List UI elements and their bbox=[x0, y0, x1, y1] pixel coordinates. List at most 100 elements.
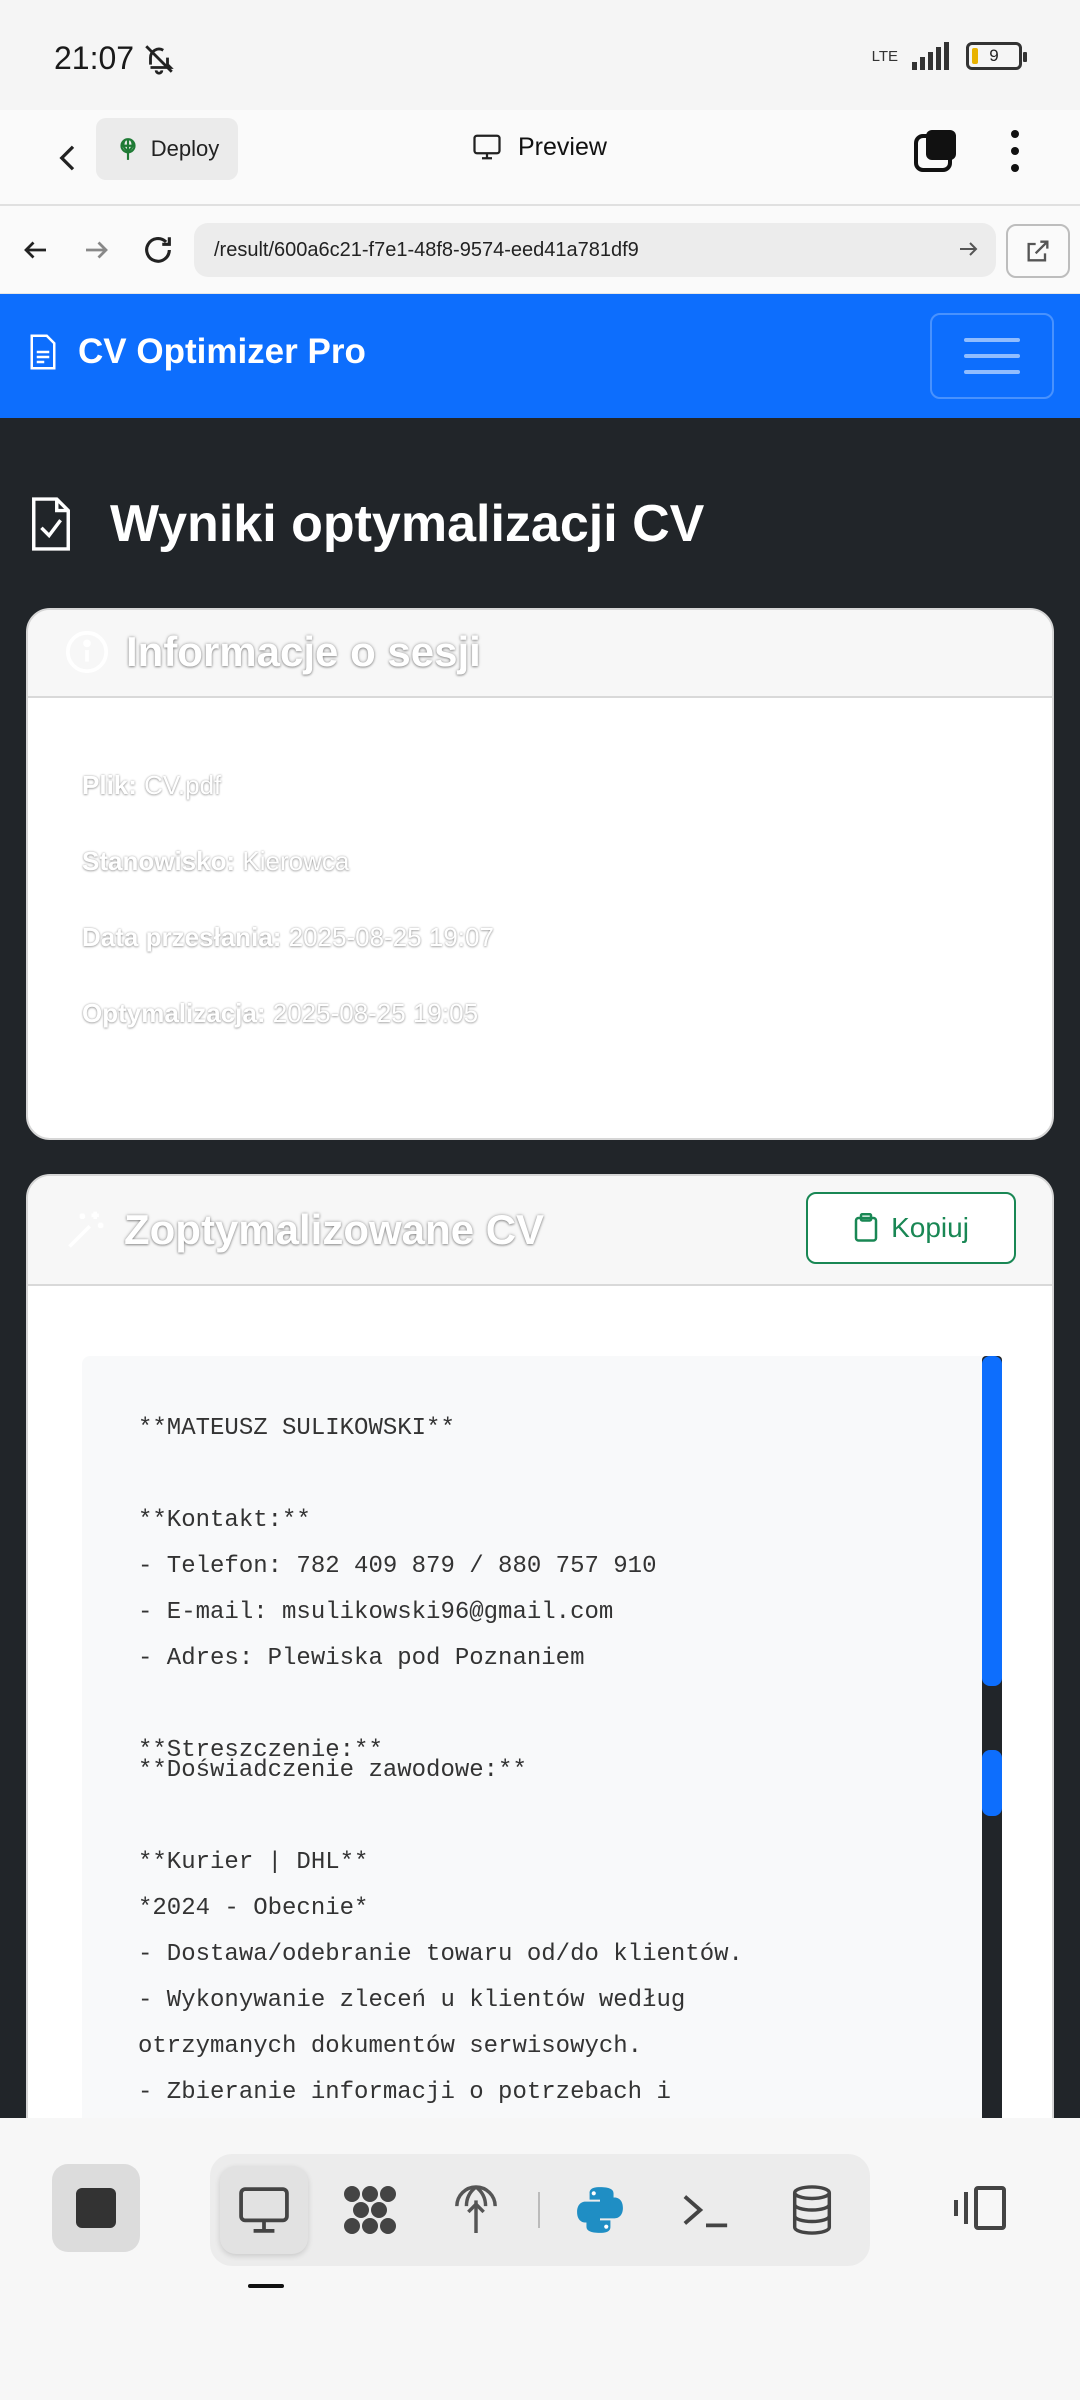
scrollbar-thumb[interactable] bbox=[982, 1750, 1002, 1816]
info-value: 2025-08-25 19:05 bbox=[272, 998, 479, 1028]
reload-button[interactable] bbox=[138, 230, 178, 270]
site-brand[interactable]: CV Optimizer Pro bbox=[28, 332, 366, 372]
cv-line: - Wykonywanie zleceń u klientów według bbox=[138, 1987, 686, 2014]
info-optimization-date: Optymalizacja: 2025-08-25 19:05 bbox=[82, 998, 478, 1029]
preview-label: Preview bbox=[518, 132, 607, 161]
chevron-left-icon bbox=[59, 145, 75, 171]
cv-line bbox=[138, 1682, 656, 1728]
web-page: CV Optimizer Pro Wyniki optymalizacji CV… bbox=[0, 294, 1080, 2118]
clock: 21:07 bbox=[54, 40, 135, 76]
tabs-icon[interactable] bbox=[914, 128, 958, 172]
card-header: Informacje o sesji bbox=[28, 610, 1052, 698]
deploy-icon bbox=[455, 2185, 497, 2233]
url-text: /result/600a6c21-f7e1-48f8-9574-eed41a78… bbox=[214, 238, 639, 261]
info-value: Kierowca bbox=[242, 846, 350, 876]
terminal-tool-button[interactable] bbox=[662, 2166, 750, 2254]
cv-line: **MATEUSZ SULIKOWSKI** bbox=[138, 1415, 455, 1442]
open-external-button[interactable] bbox=[1006, 224, 1070, 278]
cv-line: - Adres: Plewiska pod Poznaniem bbox=[138, 1645, 585, 1672]
card-title: Zoptymalizowane CV bbox=[64, 1206, 544, 1254]
cv-text-area[interactable]: **MATEUSZ SULIKOWSKI** **Kontakt:** - Tel… bbox=[82, 1356, 1002, 2118]
info-value: CV.pdf bbox=[144, 770, 222, 800]
browser-back-button[interactable] bbox=[16, 230, 56, 270]
status-indicators: LTE 9 bbox=[871, 42, 1027, 70]
info-upload-date: Data przesłania: 2025-08-25 19:07 bbox=[82, 922, 494, 953]
battery-level: 9 bbox=[989, 46, 999, 65]
arrow-left-icon bbox=[24, 241, 46, 259]
site-navbar: CV Optimizer Pro bbox=[0, 294, 1080, 418]
database-icon bbox=[792, 2185, 832, 2235]
cv-line: - E-mail: msulikowski96@gmail.com bbox=[138, 1599, 614, 1626]
optimized-cv-card: Zoptymalizowane CV Kopiuj **MATEUSZ SULI… bbox=[26, 1174, 1054, 2118]
navbar-toggler[interactable] bbox=[930, 313, 1054, 399]
packages-tool-button[interactable] bbox=[326, 2166, 414, 2254]
external-link-icon bbox=[1027, 240, 1049, 262]
info-icon bbox=[65, 630, 109, 674]
info-label: Optymalizacja: bbox=[82, 998, 266, 1028]
monitor-icon bbox=[239, 2187, 289, 2233]
info-value: 2025-08-25 19:07 bbox=[288, 922, 494, 952]
info-label: Data przesłania: bbox=[82, 922, 282, 952]
scrollbar-thumb[interactable] bbox=[982, 1356, 1002, 1686]
cv-text-bottom: **Doświadczenie zawodowe:** **Kurier | D… bbox=[138, 1748, 743, 2116]
cv-line: **Kurier | DHL** bbox=[138, 1849, 369, 1876]
app-bar: Deploy Preview bbox=[0, 110, 1080, 206]
card-title: Informacje o sesji bbox=[64, 628, 481, 676]
terminal-icon bbox=[683, 2195, 728, 2228]
document-icon bbox=[30, 334, 56, 370]
clipboard-icon bbox=[854, 1213, 878, 1242]
monitor-icon bbox=[473, 134, 501, 160]
python-tool-button[interactable] bbox=[556, 2166, 644, 2254]
session-info-card: Informacje o sesji Plik: CV.pdf Stanowis… bbox=[26, 608, 1054, 1140]
copy-button[interactable]: Kopiuj bbox=[806, 1192, 1016, 1264]
cv-text-top: **MATEUSZ SULIKOWSKI** **Kontakt:** - Tel… bbox=[138, 1406, 656, 1794]
card-title-text: Informacje o sesji bbox=[126, 628, 481, 675]
scrollbar[interactable] bbox=[982, 1356, 1002, 2118]
card-title-text: Zoptymalizowane CV bbox=[124, 1206, 545, 1253]
cv-line: - Telefon: 782 409 879 / 880 757 910 bbox=[138, 1553, 657, 1580]
hamburger-icon bbox=[964, 338, 1020, 374]
deploy-button[interactable]: Deploy bbox=[96, 118, 238, 180]
copy-label: Kopiuj bbox=[891, 1212, 969, 1243]
back-button[interactable] bbox=[40, 130, 96, 186]
arrow-right-icon bbox=[86, 241, 108, 259]
tool-group bbox=[210, 2154, 870, 2266]
stop-icon bbox=[76, 2188, 116, 2228]
packages-icon bbox=[344, 2186, 396, 2234]
toolbar-divider bbox=[538, 2192, 540, 2228]
info-label: Plik: bbox=[82, 770, 137, 800]
bottom-toolbar bbox=[0, 2118, 1080, 2400]
info-label: Stanowisko: bbox=[82, 846, 236, 876]
more-options-icon[interactable] bbox=[1000, 126, 1030, 176]
status-time: 21:07 bbox=[54, 40, 176, 77]
stop-button[interactable] bbox=[52, 2164, 140, 2252]
cv-line bbox=[138, 1794, 743, 1840]
database-tool-button[interactable] bbox=[768, 2166, 856, 2254]
python-icon bbox=[577, 2187, 623, 2233]
panel-toggle-icon[interactable] bbox=[952, 2184, 1008, 2232]
cv-line: **Doświadczenie zawodowe:** bbox=[138, 1757, 527, 1784]
browser-forward-button[interactable] bbox=[76, 230, 116, 270]
browser-toolbar: /result/600a6c21-f7e1-48f8-9574-eed41a78… bbox=[0, 208, 1080, 294]
status-bar: 21:07 LTE 9 bbox=[0, 0, 1080, 110]
info-position: Stanowisko: Kierowca bbox=[82, 846, 349, 877]
active-tab-indicator bbox=[248, 2284, 284, 2288]
brand-name: CV Optimizer Pro bbox=[78, 332, 366, 371]
document-check-icon bbox=[32, 497, 70, 551]
preview-tool-button[interactable] bbox=[220, 2166, 308, 2254]
cv-line: **Kontakt:** bbox=[138, 1507, 311, 1534]
url-input[interactable]: /result/600a6c21-f7e1-48f8-9574-eed41a78… bbox=[194, 223, 996, 277]
card-header: Zoptymalizowane CV Kopiuj bbox=[28, 1176, 1052, 1286]
cv-line: - Zbieranie informacji o potrzebach i bbox=[138, 2079, 671, 2106]
go-arrow-icon[interactable] bbox=[956, 237, 980, 261]
network-type: LTE bbox=[871, 47, 898, 65]
battery-icon: 9 bbox=[966, 42, 1027, 70]
deploy-icon bbox=[120, 138, 136, 160]
page-title: Wyniki optymalizacji CV bbox=[28, 494, 704, 554]
info-file: Plik: CV.pdf bbox=[82, 770, 221, 801]
preview-tab[interactable]: Preview bbox=[470, 132, 607, 162]
deploy-tool-button[interactable] bbox=[432, 2166, 520, 2254]
magic-wand-icon bbox=[68, 1211, 104, 1248]
signal-icon bbox=[912, 42, 949, 70]
deploy-label: Deploy bbox=[150, 136, 220, 161]
